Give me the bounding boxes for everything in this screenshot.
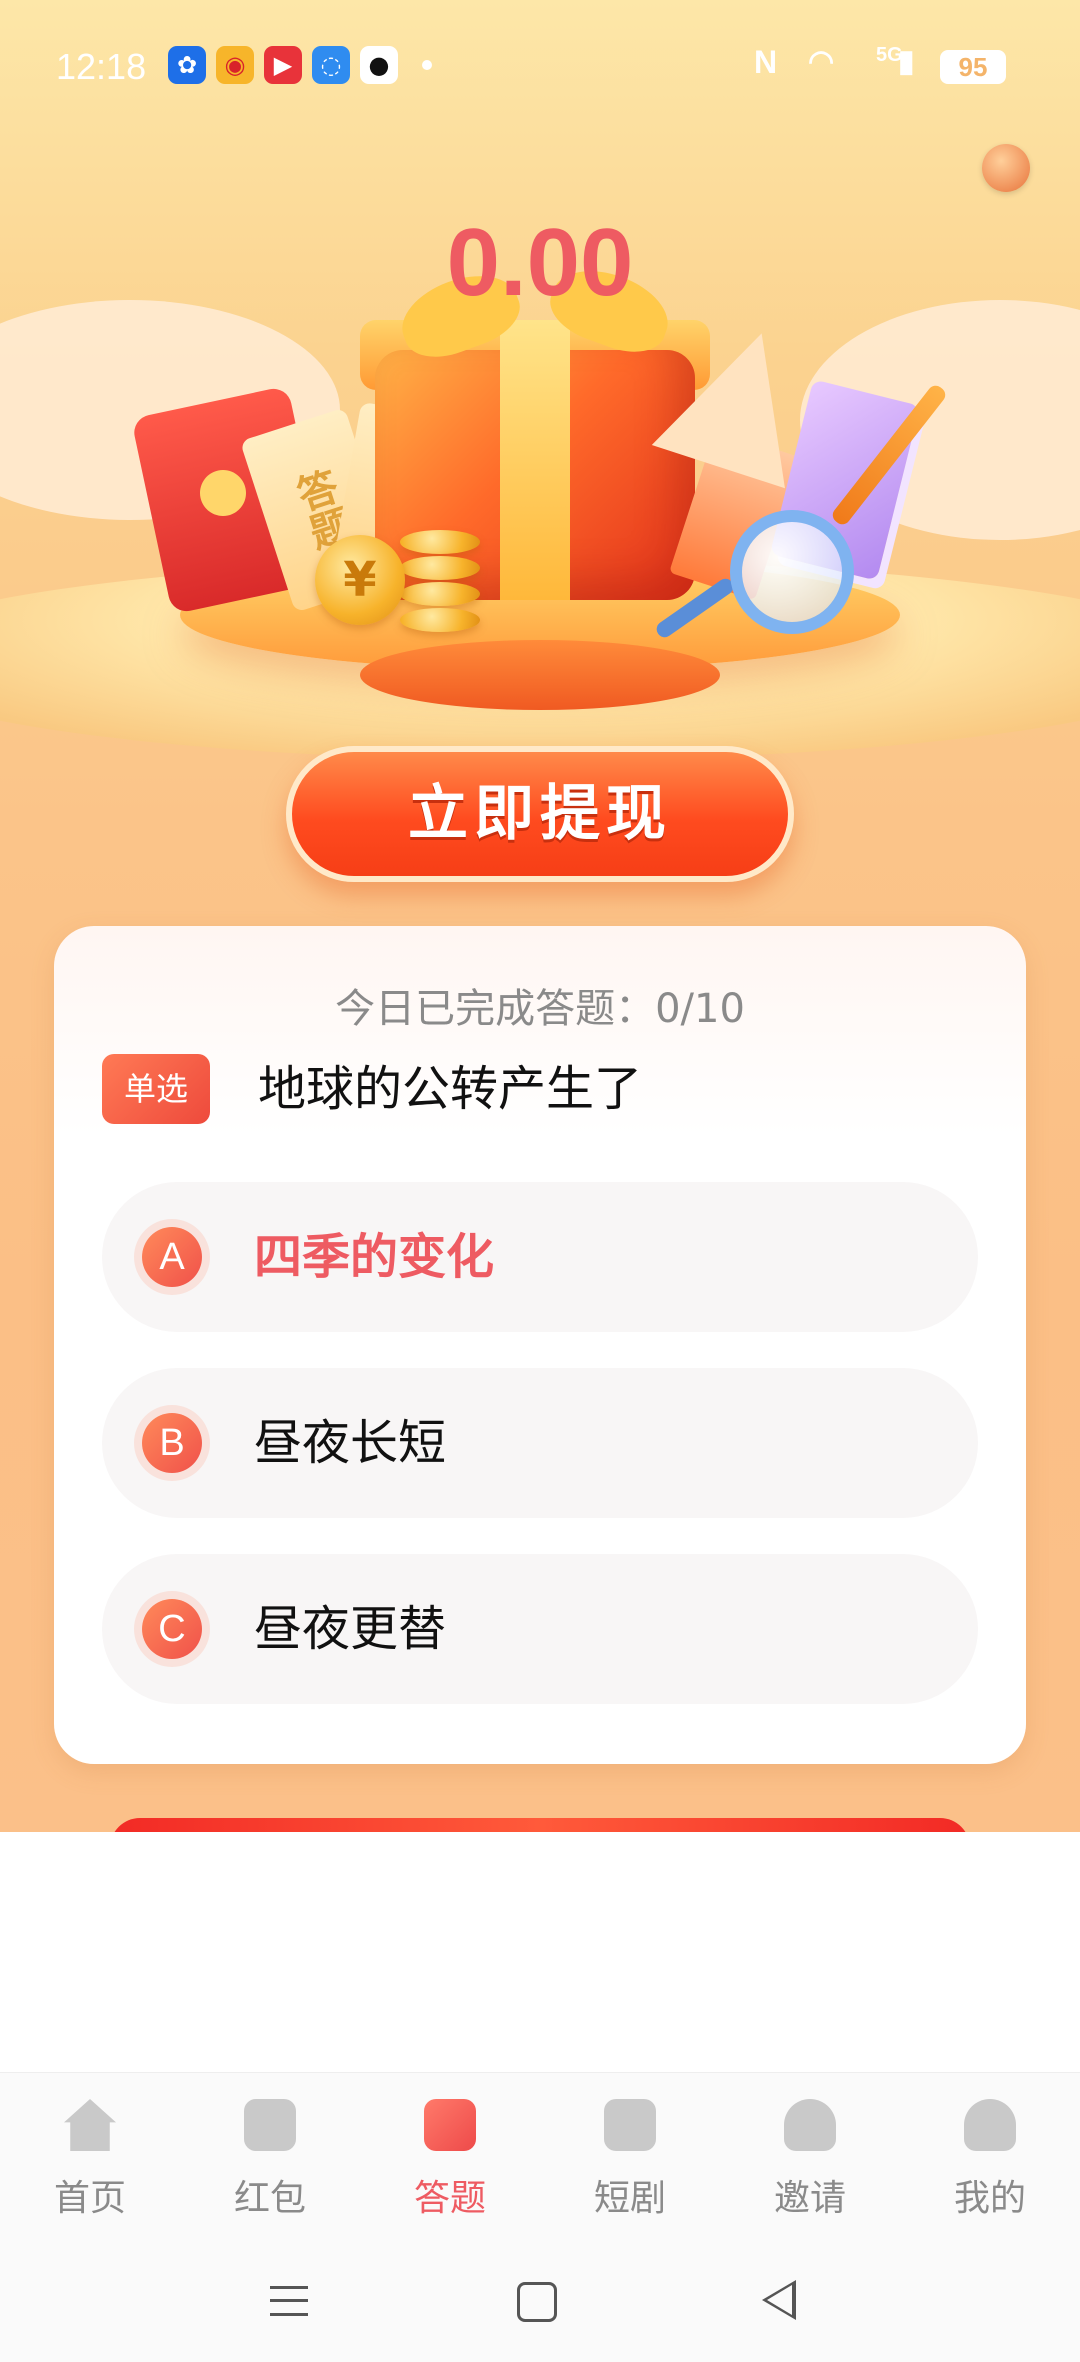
tab-label: 红包: [233, 2178, 306, 2219]
question-type-tag: 单选: [102, 1054, 210, 1124]
coin-stack: [400, 530, 480, 554]
tab-profile[interactable]: 我的: [900, 2099, 1080, 2221]
qq-icon: ●: [360, 46, 398, 84]
yuan-coin-icon: ¥: [315, 535, 405, 625]
tab-answer[interactable]: 答题: [360, 2099, 540, 2221]
option-text: 昼夜更替: [254, 1601, 447, 1657]
more-notifications-dot: [422, 60, 432, 70]
quiz-card: 今日已完成答题：0/10 单选 地球的公转产生了 A 四季的变化 B 昼夜长短 …: [54, 926, 1026, 1764]
clapperboard-icon: [604, 2099, 656, 2151]
gift-ribbon: [500, 320, 570, 600]
tab-invite[interactable]: 邀请: [720, 2099, 900, 2221]
tab-label: 我的: [953, 2178, 1026, 2219]
option-text: 四季的变化: [254, 1229, 495, 1285]
back-icon[interactable]: [762, 2280, 796, 2320]
coin-stack: [400, 556, 480, 580]
withdraw-button[interactable]: 立即提现: [286, 746, 794, 882]
home-icon: [64, 2099, 116, 2151]
option-letter-badge: C: [142, 1599, 202, 1659]
tab-home[interactable]: 首页: [0, 2099, 180, 2221]
content-area: [0, 1832, 1080, 2072]
question-text: 地球的公转产生了: [258, 1061, 643, 1117]
tab-label: 首页: [53, 2178, 126, 2219]
answer-icon: [424, 2099, 476, 2151]
weibo-icon: ◉: [216, 46, 254, 84]
quiz-progress: 今日已完成答题：0/10: [335, 986, 745, 1032]
battery-icon: 95: [940, 50, 1006, 84]
option-text: 昼夜长短: [254, 1415, 447, 1471]
tab-label: 短剧: [593, 2178, 666, 2219]
video-app-icon: ▶: [264, 46, 302, 84]
magnifier-icon: [730, 510, 854, 634]
balance-amount: 0.00: [446, 209, 634, 316]
option-a[interactable]: A 四季的变化: [102, 1182, 978, 1332]
tab-label: 邀请: [773, 2178, 846, 2219]
tab-short-drama[interactable]: 短剧: [540, 2099, 720, 2221]
browser-icon: ◌: [312, 46, 350, 84]
bottom-tab-bar: 首页 红包 答题 短剧 邀请 我的: [0, 2072, 1080, 2243]
red-packet-icon: [244, 2099, 296, 2151]
gift-stage-base: [360, 640, 720, 710]
pinwheel-app-icon: ✿: [168, 46, 206, 84]
tab-label: 答题: [413, 2178, 486, 2219]
system-navigation-bar: [0, 2242, 1080, 2362]
option-letter-badge: B: [142, 1413, 202, 1473]
nfc-icon: N: [754, 44, 778, 80]
status-time: 12:18: [56, 46, 147, 87]
option-c[interactable]: C 昼夜更替: [102, 1554, 978, 1704]
coin-stack: [400, 582, 480, 606]
wifi-icon: ◠: [808, 45, 835, 78]
option-b[interactable]: B 昼夜长短: [102, 1368, 978, 1518]
coin-stack: [400, 608, 480, 632]
profile-icon: [964, 2099, 1016, 2151]
tab-red-packet[interactable]: 红包: [180, 2099, 360, 2221]
money-bag-icon[interactable]: [982, 144, 1030, 192]
signal-icon: ▮: [898, 45, 915, 78]
home-button-icon[interactable]: [517, 2282, 557, 2322]
option-letter-badge: A: [142, 1227, 202, 1287]
invite-icon: [784, 2099, 836, 2151]
recent-apps-icon[interactable]: [270, 2286, 308, 2316]
status-bar: 12:18 ✿ ◉ ▶ ◌ ● N ◠ 5G ▮ 95: [0, 0, 1080, 130]
